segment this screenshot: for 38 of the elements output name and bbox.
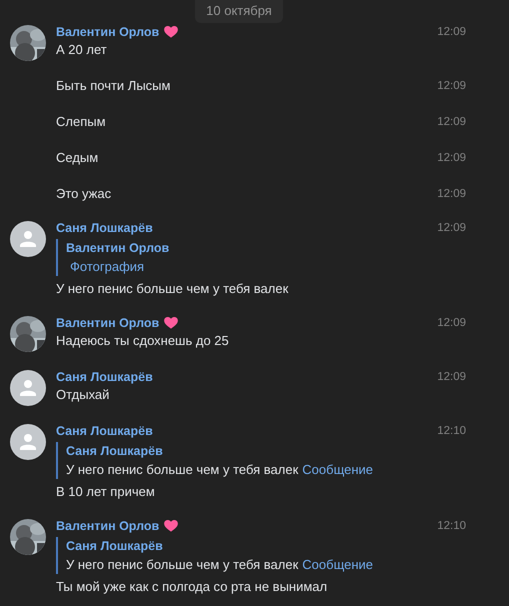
message-text: Надеюсь ты сдохнешь до 25 [56, 332, 230, 350]
quoted-text: У него пенис больше чем у тебя валек [66, 462, 298, 477]
avatar-placeholder-icon [10, 370, 46, 406]
message-text: Это ужас [56, 185, 112, 203]
message-text: В 10 лет причем [56, 483, 156, 501]
message-time: 12:10 [437, 519, 466, 534]
message-text: Седым [56, 149, 100, 167]
quoted-attachment-link[interactable]: Сообщение [302, 462, 374, 477]
message-text: Быть почти Лысым [56, 77, 172, 95]
message-text: Отдыхай [56, 386, 110, 404]
avatar-placeholder-icon [10, 424, 46, 460]
quoted-sender-name[interactable]: Саня Лошкарёв [66, 442, 438, 460]
sender-name[interactable]: Саня Лошкарёв [56, 424, 153, 438]
message-text: А 20 лет [56, 41, 108, 59]
message-time: 12:09 [437, 187, 466, 202]
message-text: Слепым [56, 113, 107, 131]
message-time: 12:09 [437, 151, 466, 166]
message-text: У него пенис больше чем у тебя валек [56, 280, 290, 298]
message-text: Ты мой уже как с полгода со рта не вынимал [56, 578, 328, 596]
avatar-placeholder-icon [10, 221, 46, 257]
quoted-sender-name[interactable]: Саня Лошкарёв [66, 537, 438, 555]
message-time: 12:09 [437, 370, 466, 385]
message-time: 12:09 [437, 79, 466, 94]
sender-name[interactable]: Саня Лошкарёв [56, 370, 153, 384]
sender-name[interactable]: Валентин Орлов [56, 519, 160, 533]
message-time: 12:09 [437, 221, 466, 236]
date-badge: 10 октября [195, 0, 283, 23]
sender-name[interactable]: Саня Лошкарёв [56, 221, 153, 235]
quoted-attachment-link[interactable]: Сообщение [302, 557, 374, 572]
quoted-text: У него пенис больше чем у тебя валек [66, 557, 298, 572]
message-time: 12:09 [437, 25, 466, 40]
message-time: 12:09 [437, 316, 466, 331]
message-time: 12:10 [437, 424, 466, 439]
quoted-attachment-link[interactable]: Фотография [70, 259, 144, 274]
message-time: 12:09 [437, 115, 466, 130]
sender-name[interactable]: Валентин Орлов [56, 316, 160, 330]
sender-name[interactable]: Валентин Орлов [56, 25, 160, 39]
quoted-sender-name[interactable]: Валентин Орлов [66, 239, 438, 257]
